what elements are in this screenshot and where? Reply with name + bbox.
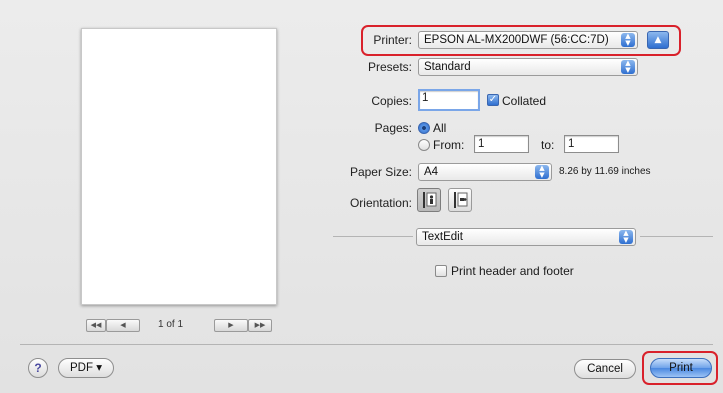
header-footer-checkbox[interactable] (435, 265, 447, 277)
cancel-button[interactable]: Cancel (574, 359, 636, 379)
portrait-icon (423, 192, 437, 208)
paper-size-value: A4 (424, 166, 439, 178)
print-dialog: ◀◀ ◀ 1 of 1 ▶ ▶▶ Printer: EPSON AL-MX200… (0, 0, 723, 393)
pages-from-radio[interactable] (418, 139, 430, 151)
section-separator-right (640, 236, 713, 237)
pages-all-label: All (433, 121, 447, 135)
landscape-icon (454, 192, 468, 208)
pages-to-input[interactable]: 1 (564, 135, 619, 153)
printer-value: EPSON AL-MX200DWF (56:CC:7D) (424, 34, 609, 46)
printer-popup[interactable]: EPSON AL-MX200DWF (56:CC:7D) ▲ ▼ (418, 31, 638, 49)
printer-label: Printer: (373, 33, 412, 47)
paper-size-label: Paper Size: (349, 165, 412, 179)
popup-arrows-icon: ▲ ▼ (535, 165, 549, 179)
first-page-button[interactable]: ◀◀ (86, 319, 106, 332)
expand-details-button[interactable]: ▲ (647, 31, 669, 49)
footer-separator (20, 344, 713, 345)
print-button[interactable]: Print (650, 358, 712, 378)
pages-label: Pages: (374, 121, 412, 135)
collated-checkbox[interactable]: ✓ (487, 94, 499, 106)
pages-from-input[interactable]: 1 (474, 135, 529, 153)
paper-dimensions: 8.26 by 11.69 inches (559, 166, 651, 177)
orientation-label: Orientation: (349, 196, 412, 210)
pdf-menu-button[interactable]: PDF ▾ (58, 358, 114, 378)
presets-popup[interactable]: Standard ▲ ▼ (418, 58, 638, 76)
pages-all-radio[interactable] (418, 122, 430, 134)
page-indicator: 1 of 1 (158, 319, 184, 330)
copies-label: Copies: (371, 94, 412, 108)
header-footer-label: Print header and footer (451, 264, 574, 278)
collated-label: Collated (502, 94, 547, 108)
disclosure-up-icon: ▲ (654, 35, 662, 45)
popup-arrows-icon: ▲ ▼ (619, 230, 633, 244)
presets-value: Standard (424, 61, 471, 73)
landscape-orientation-button[interactable] (448, 188, 472, 212)
section-separator-left (333, 236, 413, 237)
help-button[interactable]: ? (28, 358, 48, 378)
pages-to-label: to: (541, 138, 555, 152)
next-page-button[interactable]: ▶ (214, 319, 248, 332)
portrait-orientation-button[interactable] (417, 188, 441, 212)
last-page-button[interactable]: ▶▶ (248, 319, 272, 332)
app-section-value: TextEdit (422, 231, 463, 243)
popup-arrows-icon: ▲ ▼ (621, 33, 635, 47)
paper-size-popup[interactable]: A4 ▲ ▼ (418, 163, 552, 181)
checkmark-icon: ✓ (488, 94, 498, 105)
pages-from-label: From: (433, 138, 465, 152)
copies-input[interactable]: 1 (418, 89, 480, 111)
popup-arrows-icon: ▲ ▼ (621, 60, 635, 74)
previous-page-button[interactable]: ◀ (106, 319, 140, 332)
app-section-popup[interactable]: TextEdit ▲ ▼ (416, 228, 636, 246)
print-preview-page (81, 28, 277, 305)
presets-label: Presets: (367, 60, 412, 74)
